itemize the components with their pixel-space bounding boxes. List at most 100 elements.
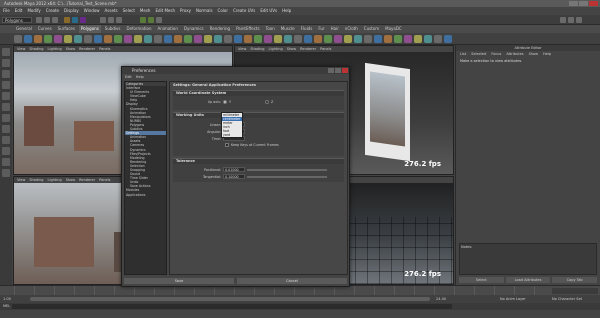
tool-icon[interactable] [2,103,10,111]
shelf-tool-icon[interactable] [244,35,252,43]
shelf-tool-icon[interactable] [204,35,212,43]
viewport-menu-view[interactable]: View [17,46,25,52]
shelf-tab-general[interactable]: General [14,25,34,33]
shelf-tab-mayadc[interactable]: MayaDC [383,25,404,33]
shelf-tab-toon[interactable]: Toon [264,25,277,33]
menu-edit[interactable]: Edit [15,7,23,15]
shelf-tool-icon[interactable] [404,35,412,43]
shelf-tool-icon[interactable] [304,35,312,43]
shelf-tool-icon[interactable] [384,35,392,43]
viewport-menu-show[interactable]: Show [287,46,296,52]
save-button[interactable]: Save [124,278,234,284]
viewport-menu-renderer[interactable]: Renderer [79,46,95,52]
save-scene-icon[interactable] [52,17,58,23]
menu-window[interactable]: Window [84,7,100,15]
shelf-tool-icon[interactable] [394,35,402,43]
tool-icon[interactable] [2,125,10,133]
menu-select[interactable]: Select [123,7,135,15]
viewport-menu-shading[interactable]: Shading [29,46,43,52]
viewport-menu-show[interactable]: Show [66,177,75,183]
shelf-tab-animation[interactable]: Animation [156,25,180,33]
up-axis-z-radio[interactable] [265,100,270,104]
shelf-tab-subdivs[interactable]: Subdivs [103,25,123,33]
viewport-menu-panels[interactable]: Panels [99,46,110,52]
shelf-tab-surfaces[interactable]: Surfaces [56,25,77,33]
minimize-button[interactable] [569,1,578,6]
menu-assets[interactable]: Assets [105,7,118,15]
select-by-object-icon[interactable] [72,17,78,23]
shelf-tool-icon[interactable] [434,35,442,43]
shelf-tab-rendering[interactable]: Rendering [208,25,232,33]
viewport-menu-lighting[interactable]: Lighting [48,46,62,52]
select-by-component-icon[interactable] [80,17,86,23]
shelf-tool-icon[interactable] [34,35,42,43]
tool-icon[interactable] [2,59,10,67]
shelf-tool-icon[interactable] [214,35,222,43]
menu-edit-mesh[interactable]: Edit Mesh [155,7,175,15]
shelf-tab-curves[interactable]: Curves [36,25,54,33]
tool-icon[interactable] [2,81,10,89]
menu-create-uvs[interactable]: Create UVs [233,7,255,15]
menu-mesh[interactable]: Mesh [140,7,151,15]
menu-proxy[interactable]: Proxy [180,7,191,15]
shelf-tool-icon[interactable] [54,35,62,43]
shelf-tool-icon[interactable] [174,35,182,43]
category-item[interactable]: Applications [125,193,166,197]
shelf-tool-icon[interactable] [334,35,342,43]
shelf-tool-icon[interactable] [124,35,132,43]
tool-icon[interactable] [2,147,10,155]
shelf-tab-custom[interactable]: Custom [362,25,381,33]
menu-normals[interactable]: Normals [196,7,213,15]
cancel-button[interactable]: Cancel [237,278,347,284]
character-set-selector[interactable]: No Character Set [552,295,582,303]
ipr-render-icon[interactable] [148,17,154,23]
shelf-tool-icon[interactable] [444,35,452,43]
range-slider-bar[interactable] [30,297,430,301]
section-header[interactable]: Working Units [173,113,344,118]
shelf-tool-icon[interactable] [294,35,302,43]
shelf-tab-fur[interactable]: Fur [316,25,326,33]
shelf-tab-hair[interactable]: Hair [329,25,341,33]
shelf-tool-icon[interactable] [234,35,242,43]
shelf-tab-ncloth[interactable]: nCloth [343,25,360,33]
menu-display[interactable]: Display [64,7,79,15]
shelf-tool-icon[interactable] [134,35,142,43]
shelf-tool-icon[interactable] [324,35,332,43]
shelf-tool-icon[interactable] [84,35,92,43]
shelf-tab-painteffects[interactable]: PaintEffects [234,25,262,33]
shelf-tool-icon[interactable] [154,35,162,43]
shelf-tool-icon[interactable] [224,35,232,43]
keep-keys-checkbox[interactable] [225,143,229,147]
dialog-close-button[interactable] [342,68,348,73]
shelf-tool-icon[interactable] [344,35,352,43]
attribute-editor-toggle-icon[interactable] [568,17,574,23]
open-scene-icon[interactable] [44,17,50,23]
shelf-tool-icon[interactable] [94,35,102,43]
viewport-menu-panels[interactable]: Panels [320,46,331,52]
command-input[interactable] [12,304,452,309]
attr-menu-attributes[interactable]: Attributes [506,51,523,57]
positional-field[interactable]: 0.01000 [223,167,245,172]
shelf-tool-icon[interactable] [364,35,372,43]
viewport-menu-view[interactable]: View [238,46,246,52]
viewport-menu-panels[interactable]: Panels [99,177,110,183]
shelf-tool-icon[interactable] [64,35,72,43]
snap-grid-icon[interactable] [100,17,106,23]
menu-create[interactable]: Create [46,7,59,15]
shelf-tool-icon[interactable] [144,35,152,43]
up-axis-y-radio[interactable] [223,100,227,104]
dialog-maximize-button[interactable] [335,68,341,73]
range-end[interactable]: 24.00 [436,295,446,303]
viewport-menu-view[interactable]: View [17,177,25,183]
tool-icon[interactable] [2,92,10,100]
shelf-tool-icon[interactable] [184,35,192,43]
shelf-tab-polygons[interactable]: Polygons [78,25,101,33]
menu-file[interactable]: File [3,7,10,15]
dialog-menu-edit[interactable]: Edit [125,74,132,80]
shelf-tool-icon[interactable] [264,35,272,43]
shelf-tab-muscle[interactable]: Muscle [279,25,297,33]
viewport-menu-renderer[interactable]: Renderer [79,177,95,183]
viewport-menu-lighting[interactable]: Lighting [269,46,283,52]
copy-tab-button[interactable]: Copy Tab [552,277,598,283]
menu-color[interactable]: Color [218,7,228,15]
